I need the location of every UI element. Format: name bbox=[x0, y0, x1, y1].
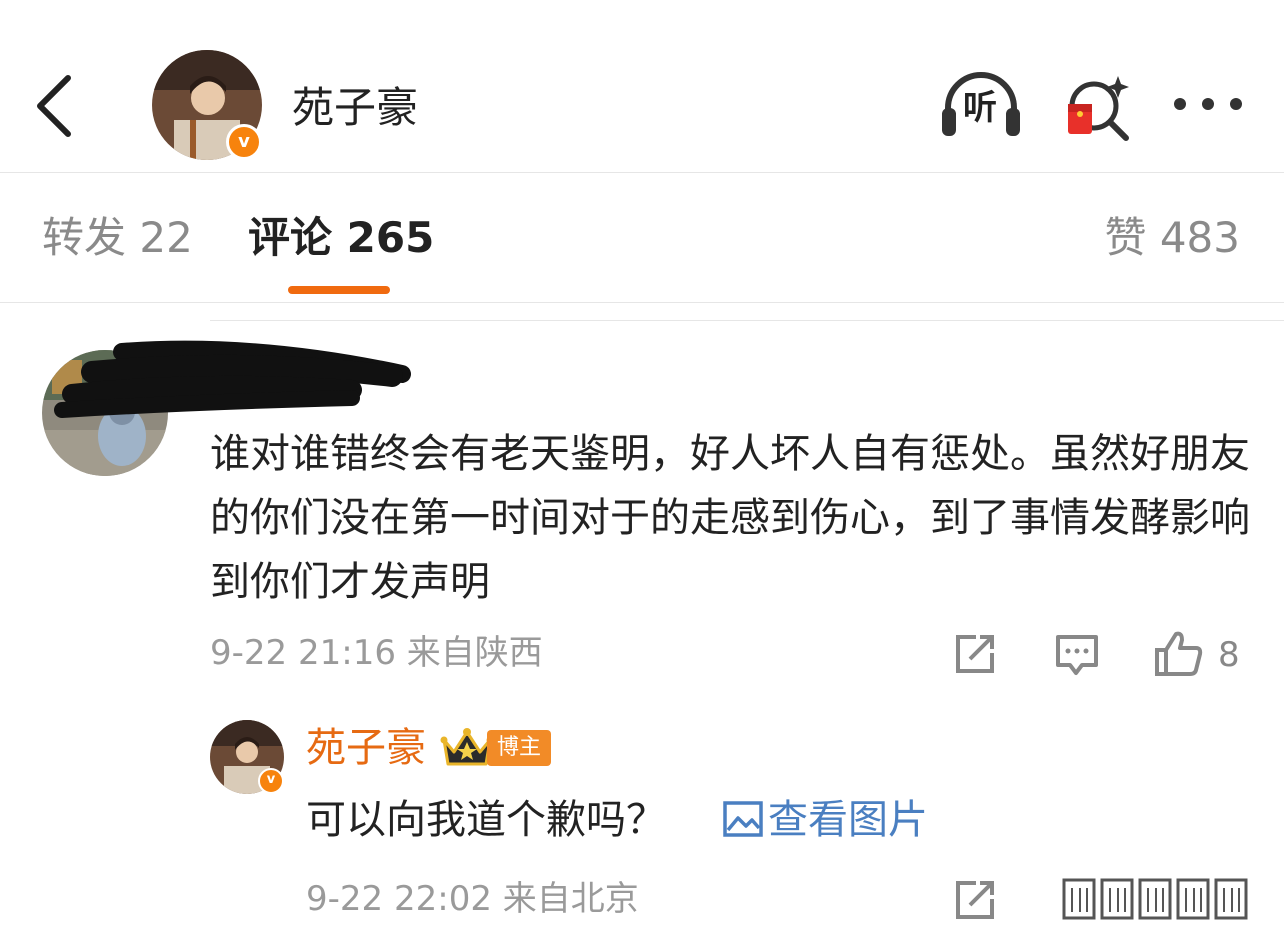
header-avatar[interactable]: v bbox=[152, 50, 262, 160]
red-packet-search-icon bbox=[1068, 76, 1129, 141]
replier-name[interactable]: 苑子豪 bbox=[306, 722, 426, 774]
tab-likes[interactable]: 赞 483 bbox=[1104, 210, 1240, 266]
divider bbox=[210, 320, 1284, 321]
back-chevron-icon[interactable] bbox=[28, 72, 84, 140]
like-thumb-icon[interactable] bbox=[1154, 628, 1204, 678]
active-tab-indicator bbox=[288, 286, 390, 294]
listen-button[interactable]: 听 bbox=[938, 70, 1024, 140]
author-badge: 博主 bbox=[487, 730, 552, 766]
reply-comment-icon[interactable] bbox=[1054, 631, 1100, 677]
reply-meta: 9-22 22:02 来自北京 bbox=[306, 879, 639, 919]
listen-label: 听 bbox=[963, 88, 997, 128]
verified-badge-icon: v bbox=[226, 124, 262, 160]
verified-badge-icon: v bbox=[258, 768, 284, 794]
share-icon[interactable] bbox=[952, 631, 998, 677]
view-image-link[interactable]: 查看图片 bbox=[768, 793, 928, 847]
share-icon[interactable] bbox=[952, 877, 998, 923]
replier-avatar[interactable]: v bbox=[210, 720, 284, 794]
tab-bar: 转发 22 评论 265 赞 483 bbox=[0, 172, 1284, 303]
like-count: 8 bbox=[1218, 635, 1240, 675]
tab-repost[interactable]: 转发 22 bbox=[42, 210, 193, 266]
red-packet-search-button[interactable] bbox=[1064, 72, 1134, 142]
page-title: 苑子豪 bbox=[292, 83, 419, 132]
comment-meta: 9-22 21:16 来自陕西 bbox=[210, 633, 543, 673]
more-dots-icon[interactable] bbox=[1170, 84, 1246, 124]
redaction-scribble bbox=[52, 338, 422, 426]
watermark-icon bbox=[1062, 876, 1272, 922]
comment-text: 谁对谁错终会有老天鉴明，好人坏人自有惩处。虽然好朋友的你们没在第一时间对于的走感… bbox=[210, 431, 1250, 605]
image-icon[interactable] bbox=[722, 800, 764, 838]
tab-comments[interactable]: 评论 265 bbox=[248, 210, 434, 266]
crown-icon bbox=[440, 724, 494, 770]
reply-text: 可以向我道个歉吗？ bbox=[306, 797, 666, 843]
